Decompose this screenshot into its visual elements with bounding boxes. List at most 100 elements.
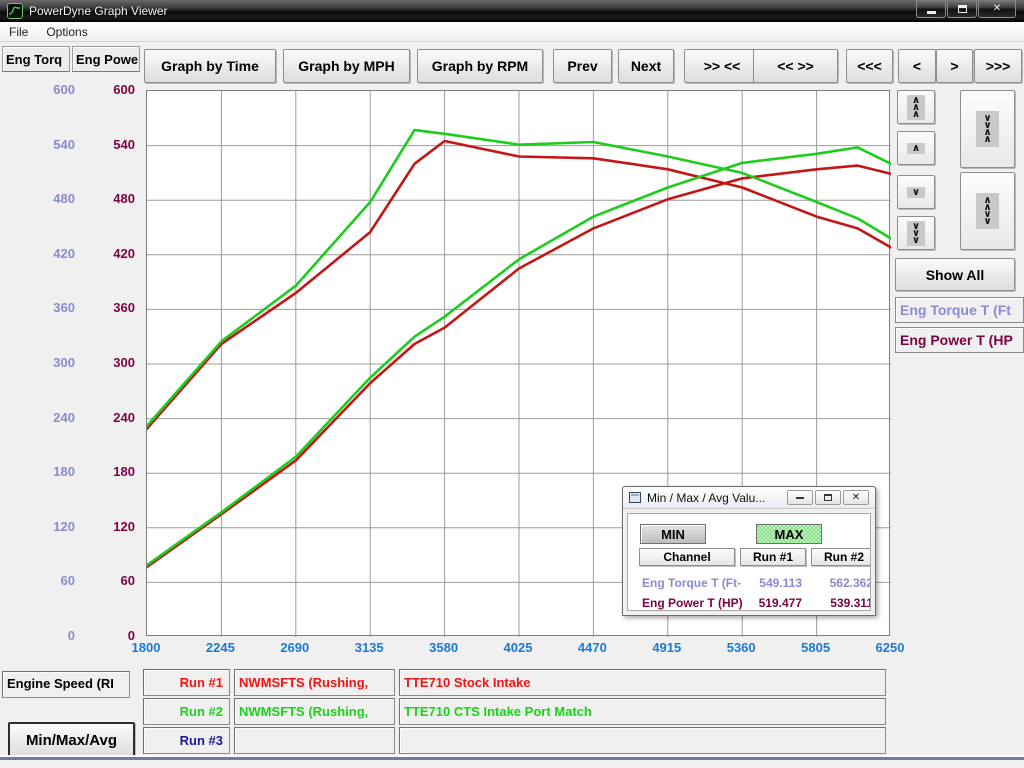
x-tick-4470: 4470: [562, 640, 622, 655]
x-tick-3135: 3135: [339, 640, 399, 655]
y-tick-power-480: 480: [79, 191, 135, 206]
graph-by-mph-button[interactable]: Graph by MPH: [283, 49, 410, 83]
dialog-close-button[interactable]: ✕: [843, 490, 869, 505]
x-axis-channel-box[interactable]: Engine Speed (RI: [2, 671, 130, 698]
y-tick-power-180: 180: [79, 464, 135, 479]
graph-by-rpm-button[interactable]: Graph by RPM: [417, 49, 543, 83]
x-tick-2245: 2245: [190, 640, 250, 655]
legend-eng-torque-label: Eng Torque T (Ft: [900, 302, 1011, 318]
minmax-row-run1-value: 549.113: [740, 576, 802, 590]
scroll-far-left-button[interactable]: <<<: [846, 49, 893, 83]
y-tick-torque-420: 420: [5, 246, 75, 261]
run-label-box-1[interactable]: Run #1: [143, 669, 230, 696]
run-desc-box-2[interactable]: TTE710 CTS Intake Port Match: [399, 698, 886, 725]
y-tick-power-120: 120: [79, 519, 135, 534]
scroll-down-icon: ∨: [907, 187, 925, 198]
minimize-button[interactable]: [916, 0, 946, 18]
y-tick-power-60: 60: [79, 573, 135, 588]
run-file-2: NWMSFTS (Rushing,: [239, 704, 368, 719]
tab-eng-torque[interactable]: Eng Torq: [2, 46, 70, 72]
x-axis-channel-label: Engine Speed (RI: [3, 672, 129, 691]
scroll-left-button[interactable]: <: [898, 49, 936, 83]
run-desc-box-1[interactable]: TTE710 Stock Intake: [399, 669, 886, 696]
column-header-channel-label: Channel: [663, 550, 710, 564]
minmaxavg-button[interactable]: Min/Max/Avg: [8, 722, 135, 759]
compress-scale-button[interactable]: ∨∨∧∧: [960, 90, 1015, 168]
close-button[interactable]: ✕: [978, 0, 1016, 18]
run-label-box-3[interactable]: Run #3: [143, 727, 230, 754]
scroll-right-button[interactable]: >: [936, 49, 973, 83]
column-header-run1-label: Run #1: [753, 550, 793, 564]
run-desc-1: TTE710 Stock Intake: [404, 675, 530, 690]
dialog-minimize-button[interactable]: [787, 490, 813, 505]
scroll-down-fast-icon: ∨∨∨: [907, 221, 925, 246]
run-file-box-1[interactable]: NWMSFTS (Rushing,: [234, 669, 395, 696]
minmax-row-run1-value: 519.477: [740, 596, 802, 610]
minmax-row-channel: Eng Torque T (Ft-: [642, 576, 741, 590]
x-tick-4915: 4915: [637, 640, 697, 655]
legend-eng-power[interactable]: Eng Power T (HP: [895, 327, 1024, 353]
window-title: PowerDyne Graph Viewer: [29, 4, 168, 18]
run-label-box-2[interactable]: Run #2: [143, 698, 230, 725]
minmaxavg-button-label: Min/Max/Avg: [26, 732, 117, 749]
column-header-run1[interactable]: Run #1: [740, 548, 806, 566]
scroll-down-button[interactable]: ∨: [897, 175, 935, 209]
tab-eng-power[interactable]: Eng Powe: [72, 46, 140, 72]
x-tick-6250: 6250: [860, 640, 920, 655]
x-tick-2690: 2690: [265, 640, 325, 655]
scroll-down-fast-button[interactable]: ∨∨∨: [897, 216, 935, 250]
zoom-out-button[interactable]: << >>: [753, 49, 838, 83]
column-header-run2[interactable]: Run #2: [811, 548, 871, 566]
run-desc-box-3[interactable]: [399, 727, 886, 754]
title-bar[interactable]: PowerDyne Graph Viewer ✕: [0, 0, 1024, 22]
y-tick-torque-540: 540: [5, 137, 75, 152]
x-tick-4025: 4025: [488, 640, 548, 655]
prev-button[interactable]: Prev: [553, 49, 612, 83]
y-tick-power-540: 540: [79, 137, 135, 152]
graph-by-time-button[interactable]: Graph by Time: [144, 49, 276, 83]
y-tick-power-600: 600: [79, 82, 135, 97]
y-tick-power-300: 300: [79, 355, 135, 370]
scroll-far-right-button[interactable]: >>>: [974, 49, 1022, 83]
minmax-dialog[interactable]: Min / Max / Avg Valu... ✕ MIN MAX Channe…: [622, 486, 876, 616]
run-label-3: Run #3: [180, 733, 223, 748]
legend-eng-torque[interactable]: Eng Torque T (Ft: [895, 297, 1024, 323]
compress-scale-icon: ∨∨∧∧: [976, 111, 998, 147]
run-desc-2: TTE710 CTS Intake Port Match: [404, 704, 592, 719]
run-file-1: NWMSFTS (Rushing,: [239, 675, 368, 690]
minmax-dialog-titlebar[interactable]: Min / Max / Avg Valu... ✕: [623, 487, 875, 509]
minmax-row-run2-value: 539.311: [811, 596, 871, 610]
next-button[interactable]: Next: [618, 49, 674, 83]
scroll-up-button[interactable]: ∧: [897, 131, 935, 165]
minmax-row-run2-value: 562.362: [811, 576, 871, 590]
run-file-box-3[interactable]: [234, 727, 395, 754]
show-all-label: Show All: [926, 267, 985, 283]
min-button[interactable]: MIN: [640, 524, 706, 544]
minmax-dialog-body: MIN MAX Channel Run #1 Run #2 Eng Torque…: [627, 513, 871, 611]
tab-eng-power-label: Eng Powe: [76, 52, 138, 67]
x-tick-5360: 5360: [711, 640, 771, 655]
y-tick-torque-480: 480: [5, 191, 75, 206]
zoom-in-button[interactable]: >> <<: [684, 49, 760, 83]
scroll-up-fast-icon: ∧∧∧: [907, 95, 925, 120]
menu-file[interactable]: File: [0, 23, 37, 41]
run-file-box-2[interactable]: NWMSFTS (Rushing,: [234, 698, 395, 725]
y-tick-torque-240: 240: [5, 410, 75, 425]
min-button-label: MIN: [661, 527, 685, 542]
scroll-up-fast-button[interactable]: ∧∧∧: [897, 90, 935, 124]
run-label-2: Run #2: [180, 704, 223, 719]
show-all-button[interactable]: Show All: [895, 258, 1015, 291]
max-button[interactable]: MAX: [756, 524, 822, 544]
maximize-button[interactable]: [947, 0, 977, 18]
menu-bar: File Options: [0, 22, 1024, 42]
menu-options[interactable]: Options: [37, 23, 96, 41]
scroll-up-icon: ∧: [907, 143, 925, 154]
y-tick-torque-120: 120: [5, 519, 75, 534]
tab-eng-torque-label: Eng Torq: [6, 52, 62, 67]
column-header-channel[interactable]: Channel: [639, 548, 735, 566]
dialog-maximize-button[interactable]: [815, 490, 841, 505]
app-window: PowerDyne Graph Viewer ✕ File Options En…: [0, 0, 1024, 768]
y-tick-torque-180: 180: [5, 464, 75, 479]
y-tick-power-240: 240: [79, 410, 135, 425]
expand-scale-button[interactable]: ∧∧∨∨: [960, 172, 1015, 250]
